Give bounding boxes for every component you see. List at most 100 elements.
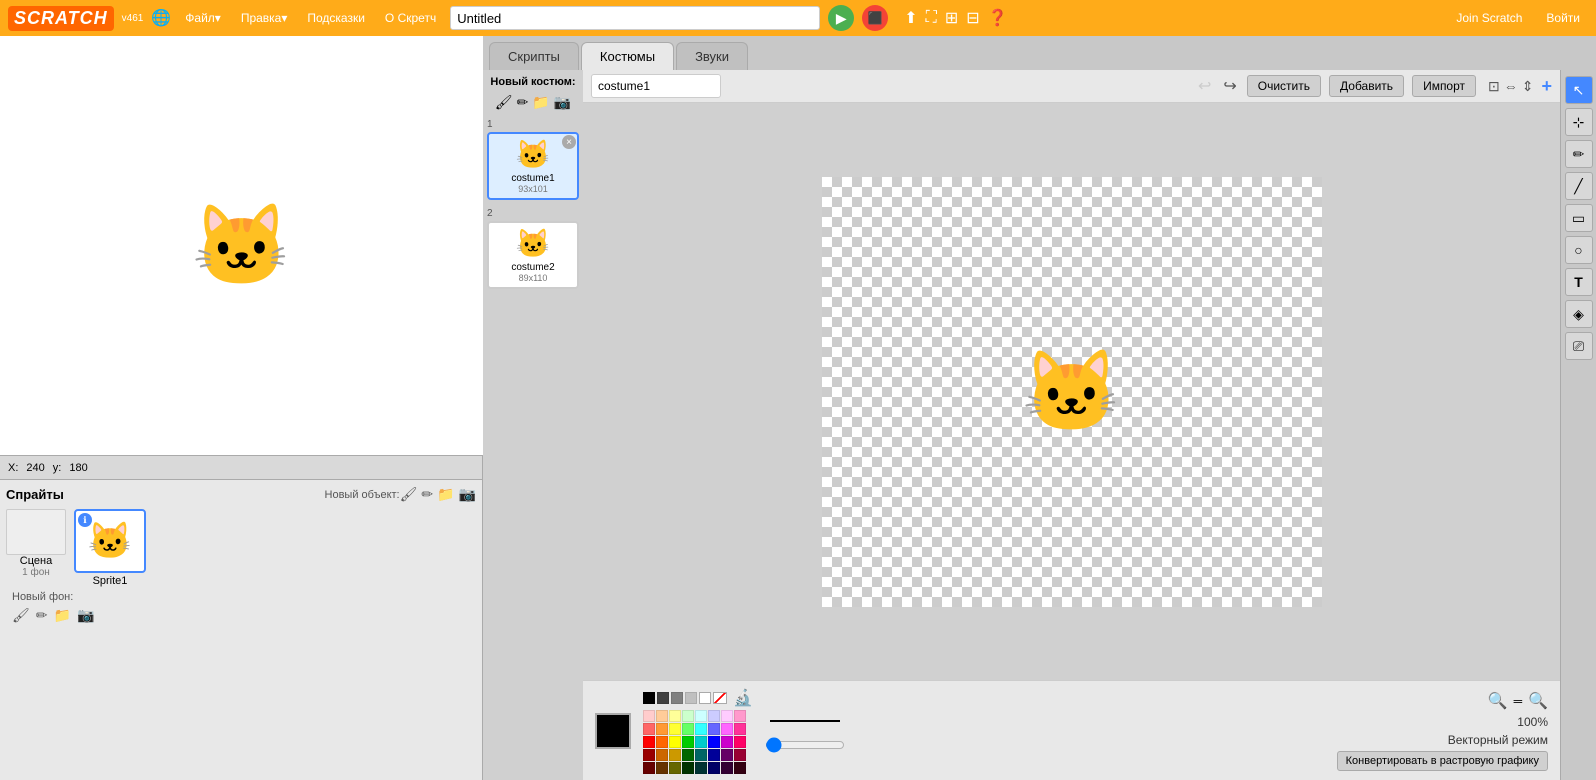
- rect-tool-button[interactable]: ▭: [1565, 204, 1593, 232]
- swatch-4-3[interactable]: [682, 762, 694, 774]
- new-bg-camera-icon[interactable]: 📷: [77, 607, 94, 624]
- swatch-1-2[interactable]: [669, 723, 681, 735]
- project-title-input[interactable]: [450, 6, 820, 30]
- swatch-1-4[interactable]: [695, 723, 707, 735]
- menu-hints[interactable]: Подсказки: [301, 9, 371, 27]
- eraser-tool-button[interactable]: ⎚: [1565, 332, 1593, 360]
- fullscreen-icon[interactable]: ⛶: [926, 9, 937, 27]
- swatch-1-5[interactable]: [708, 723, 720, 735]
- swatch-4-2[interactable]: [669, 762, 681, 774]
- flip-h-icon[interactable]: ⇔: [1504, 78, 1518, 95]
- swatch-1-0[interactable]: [643, 723, 655, 735]
- swatch-0-4[interactable]: [695, 710, 707, 722]
- swatch-white[interactable]: [699, 692, 711, 704]
- swatch-2-3[interactable]: [682, 736, 694, 748]
- text-tool-button[interactable]: T: [1565, 268, 1593, 296]
- select-tool-button[interactable]: ↖: [1565, 76, 1593, 104]
- costume-item-2[interactable]: 2 🐱 costume2 89x110: [487, 208, 579, 289]
- swatch-2-0[interactable]: [643, 736, 655, 748]
- swatch-0-1[interactable]: [656, 710, 668, 722]
- expand-icon[interactable]: ⊞: [945, 8, 958, 28]
- scene-item[interactable]: Сцена 1 фон: [6, 509, 66, 587]
- swatch-2-6[interactable]: [721, 736, 733, 748]
- swatch-3-3[interactable]: [682, 749, 694, 761]
- tab-costumes[interactable]: Костюмы: [581, 42, 674, 70]
- new-costume-paint-icon[interactable]: 🖌: [495, 94, 513, 111]
- undo-button[interactable]: ↩: [1196, 74, 1213, 98]
- fill-tool-button[interactable]: ◈: [1565, 300, 1593, 328]
- pencil-tool-button[interactable]: ✏: [1565, 140, 1593, 168]
- swatch-2-1[interactable]: [656, 736, 668, 748]
- help-icon[interactable]: ❓: [988, 8, 1008, 28]
- line-tool-button[interactable]: ╱: [1565, 172, 1593, 200]
- swatch-light[interactable]: [685, 692, 697, 704]
- add-button[interactable]: Добавить: [1329, 75, 1404, 97]
- new-costume-camera-icon[interactable]: 📷: [554, 94, 571, 111]
- sprite-info-icon[interactable]: ℹ: [78, 513, 92, 527]
- swatch-dark[interactable]: [657, 692, 669, 704]
- swatch-3-0[interactable]: [643, 749, 655, 761]
- costume-item-1[interactable]: 1 × 🐱 costume1 93x101: [487, 119, 579, 200]
- menu-about[interactable]: О Скретч: [379, 9, 442, 27]
- swatch-0-6[interactable]: [721, 710, 733, 722]
- stage-canvas[interactable]: 🐱: [0, 36, 483, 455]
- swatch-3-2[interactable]: [669, 749, 681, 761]
- drawing-canvas[interactable]: 🐱: [822, 177, 1322, 607]
- stroke-width-slider[interactable]: [765, 737, 845, 753]
- share-icon[interactable]: ⬆: [904, 8, 917, 28]
- swatch-transparent[interactable]: [713, 692, 727, 704]
- tab-scripts[interactable]: Скрипты: [489, 42, 579, 70]
- add-layer-icon[interactable]: +: [1541, 76, 1552, 97]
- new-bg-edit-icon[interactable]: ✏: [36, 607, 48, 624]
- stop-button[interactable]: ⬛: [862, 5, 888, 31]
- swatch-3-4[interactable]: [695, 749, 707, 761]
- import-button[interactable]: Импорт: [1412, 75, 1476, 97]
- ellipse-tool-button[interactable]: ○: [1565, 236, 1593, 264]
- swatch-0-0[interactable]: [643, 710, 655, 722]
- swatch-0-3[interactable]: [682, 710, 694, 722]
- new-sprite-folder-icon[interactable]: 📁: [437, 486, 454, 503]
- new-sprite-camera-icon[interactable]: 📷: [459, 486, 476, 503]
- swatch-mid[interactable]: [671, 692, 683, 704]
- redo-button[interactable]: ↪: [1221, 74, 1238, 98]
- swatch-3-6[interactable]: [721, 749, 733, 761]
- swatch-4-4[interactable]: [695, 762, 707, 774]
- crop-icon[interactable]: ⊡: [1488, 78, 1500, 95]
- menu-edit[interactable]: Правка▾: [235, 9, 294, 27]
- flip-v-icon[interactable]: ⇕: [1522, 78, 1534, 95]
- collapse-icon[interactable]: ⊟: [966, 8, 979, 28]
- swatch-1-7[interactable]: [734, 723, 746, 735]
- new-bg-draw-icon[interactable]: 🖌: [12, 607, 30, 624]
- swatch-1-3[interactable]: [682, 723, 694, 735]
- costume-delete-1[interactable]: ×: [562, 135, 576, 149]
- sprite1-item[interactable]: ℹ 🐱 Sprite1: [74, 509, 146, 587]
- new-sprite-draw-icon[interactable]: 🖌: [400, 486, 418, 503]
- zoom-out-button[interactable]: 🔍: [1488, 691, 1508, 711]
- swatch-0-5[interactable]: [708, 710, 720, 722]
- clear-button[interactable]: Очистить: [1247, 75, 1321, 97]
- green-flag-button[interactable]: ▶: [828, 5, 854, 31]
- current-color-swatch[interactable]: [595, 713, 631, 749]
- new-costume-folder-icon[interactable]: 📁: [532, 94, 549, 111]
- eyedropper-button[interactable]: 🔬: [733, 688, 753, 708]
- swatch-4-7[interactable]: [734, 762, 746, 774]
- swatch-0-7[interactable]: [734, 710, 746, 722]
- swatch-2-4[interactable]: [695, 736, 707, 748]
- tab-sounds[interactable]: Звуки: [676, 42, 748, 70]
- join-scratch-button[interactable]: Join Scratch: [1448, 8, 1530, 28]
- zoom-in-button[interactable]: 🔍: [1528, 691, 1548, 711]
- canvas-area[interactable]: 🐱: [583, 103, 1560, 680]
- convert-to-bitmap-button[interactable]: Конвертировать в растровую графику: [1337, 751, 1548, 771]
- swatch-4-1[interactable]: [656, 762, 668, 774]
- swatch-2-5[interactable]: [708, 736, 720, 748]
- swatch-black[interactable]: [643, 692, 655, 704]
- reshape-tool-button[interactable]: ⊹: [1565, 108, 1593, 136]
- swatch-4-0[interactable]: [643, 762, 655, 774]
- swatch-2-2[interactable]: [669, 736, 681, 748]
- costume-name-input[interactable]: [591, 74, 721, 98]
- swatch-1-6[interactable]: [721, 723, 733, 735]
- new-sprite-edit-icon[interactable]: ✏: [421, 486, 433, 503]
- swatch-4-6[interactable]: [721, 762, 733, 774]
- login-button[interactable]: Войти: [1538, 8, 1588, 28]
- swatch-2-7[interactable]: [734, 736, 746, 748]
